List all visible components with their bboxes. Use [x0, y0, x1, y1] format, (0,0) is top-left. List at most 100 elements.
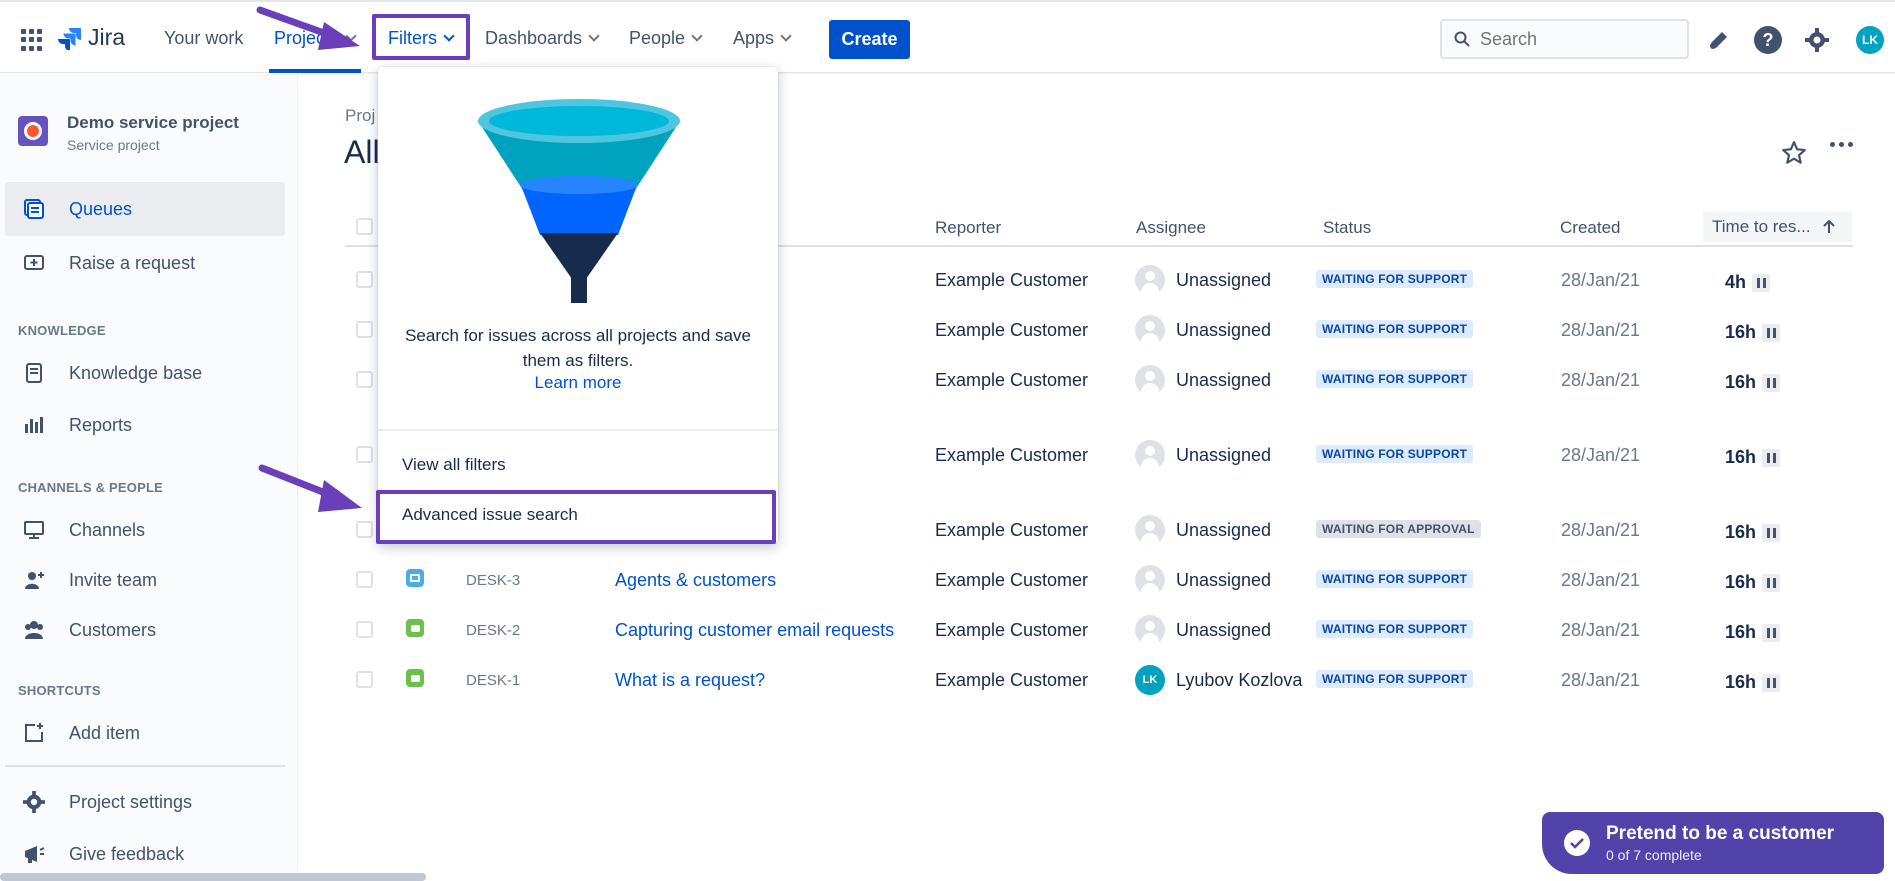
- annotation-arrow-icon: [258, 464, 362, 512]
- breadcrumb[interactable]: Proj: [345, 106, 375, 126]
- notifications-icon[interactable]: [1705, 26, 1733, 54]
- table-row[interactable]: DESK-1 What is a request? Example Custom…: [345, 655, 1853, 705]
- learn-more-link[interactable]: Learn more: [378, 373, 778, 393]
- row-checkbox[interactable]: [356, 571, 373, 588]
- time-to-resolution: 16h: [1725, 372, 1781, 393]
- app-switcher-icon[interactable]: [21, 29, 43, 51]
- row-checkbox[interactable]: [356, 446, 373, 463]
- project-avatar-icon: [18, 116, 48, 146]
- sidebar-item-channels[interactable]: Channels: [5, 503, 285, 557]
- status-badge[interactable]: WAITING FOR SUPPORT: [1316, 445, 1474, 463]
- issue-assignee: Unassigned: [1176, 570, 1272, 590]
- help-icon[interactable]: ?: [1754, 26, 1782, 54]
- add-person-icon: [21, 567, 47, 593]
- project-name[interactable]: Demo service project: [67, 113, 239, 133]
- nav-people[interactable]: People: [629, 28, 703, 49]
- issue-key[interactable]: DESK-1: [466, 672, 520, 689]
- funnel-illustration-icon: [478, 99, 680, 303]
- sidebar-item-project-settings[interactable]: Project settings: [5, 775, 285, 829]
- sidebar-item-add-item[interactable]: Add item: [5, 706, 285, 760]
- star-icon[interactable]: [1781, 140, 1809, 168]
- row-checkbox[interactable]: [356, 521, 373, 538]
- more-actions-icon[interactable]: [1830, 142, 1853, 147]
- sidebar-item-reports[interactable]: Reports: [5, 398, 285, 452]
- request-type-monitor-icon: [406, 569, 424, 587]
- issue-summary-link[interactable]: Capturing customer email requests: [615, 620, 894, 641]
- issue-summary-link[interactable]: Agents & customers: [615, 570, 776, 591]
- status-badge[interactable]: WAITING FOR APPROVAL: [1316, 520, 1481, 538]
- dropdown-description: Search for issues across all projects an…: [405, 326, 751, 370]
- issue-assignee: Unassigned: [1176, 445, 1272, 465]
- sidebar-item-raise-request[interactable]: Raise a request: [5, 236, 285, 290]
- table-row[interactable]: DESK-3 Agents & customers Example Custom…: [345, 555, 1853, 605]
- chevron-down-icon: [780, 30, 792, 42]
- monitor-icon: [21, 517, 47, 543]
- jira-logo[interactable]: Jira: [58, 24, 125, 51]
- sidebar-item-invite-team[interactable]: Invite team: [5, 553, 285, 607]
- issue-key[interactable]: DESK-3: [466, 572, 520, 589]
- nav-apps[interactable]: Apps: [733, 28, 792, 49]
- table-row[interactable]: DESK-2 Capturing customer email requests…: [345, 605, 1853, 655]
- column-header-label: Time to res...: [1712, 216, 1811, 236]
- status-badge[interactable]: WAITING FOR SUPPORT: [1316, 570, 1474, 588]
- user-avatar[interactable]: LK: [1856, 26, 1884, 54]
- create-button[interactable]: Create: [829, 20, 910, 59]
- pause-icon: [1762, 673, 1781, 692]
- search-icon: [1454, 31, 1470, 47]
- onboarding-checklist-button[interactable]: Pretend to be a customer 0 of 7 complete: [1542, 812, 1884, 874]
- row-checkbox[interactable]: [356, 271, 373, 288]
- sla-time: 16h: [1725, 322, 1757, 342]
- issue-reporter: Example Customer: [935, 370, 1089, 390]
- nav-people-label: People: [629, 28, 686, 48]
- search-input[interactable]: [1480, 28, 1670, 50]
- column-header-status[interactable]: Status: [1323, 218, 1371, 238]
- search-field[interactable]: [1440, 19, 1689, 59]
- logo-text: Jira: [88, 24, 126, 50]
- nav-your-work[interactable]: Your work: [164, 28, 243, 49]
- nav-dashboards[interactable]: Dashboards: [485, 28, 600, 49]
- pause-icon: [1762, 373, 1781, 392]
- horizontal-scrollbar[interactable]: [0, 873, 426, 881]
- column-header-assignee[interactable]: Assignee: [1136, 218, 1206, 238]
- issue-created-date: 28/Jan/21: [1561, 570, 1641, 590]
- time-to-resolution: 16h: [1725, 447, 1781, 468]
- jira-logo-icon: [58, 27, 81, 50]
- issue-assignee: Unassigned: [1176, 620, 1272, 640]
- sidebar-item-knowledge-base[interactable]: Knowledge base: [5, 346, 285, 400]
- select-all-checkbox[interactable]: [356, 218, 373, 235]
- sidebar-item-queues[interactable]: Queues: [5, 182, 285, 236]
- status-badge[interactable]: WAITING FOR SUPPORT: [1316, 620, 1474, 638]
- issue-assignee: Lyubov Kozlova: [1176, 670, 1303, 690]
- pause-icon: [1762, 523, 1781, 542]
- project-type: Service project: [67, 137, 160, 153]
- dropdown-divider: [378, 429, 778, 431]
- issue-summary-link[interactable]: What is a request?: [615, 670, 765, 691]
- row-checkbox[interactable]: [356, 621, 373, 638]
- sidebar-divider: [5, 765, 285, 767]
- column-header-time-to-resolution[interactable]: Time to res...: [1703, 211, 1852, 242]
- time-to-resolution: 16h: [1725, 522, 1781, 543]
- checkmark-icon: [1564, 830, 1590, 856]
- menu-item-view-all-filters[interactable]: View all filters: [378, 443, 778, 487]
- pause-icon: [1762, 323, 1781, 342]
- request-type-chat-icon: [406, 619, 424, 637]
- status-badge[interactable]: WAITING FOR SUPPORT: [1316, 670, 1474, 688]
- row-checkbox[interactable]: [356, 671, 373, 688]
- column-header-created[interactable]: Created: [1560, 218, 1620, 238]
- row-checkbox[interactable]: [356, 321, 373, 338]
- issue-reporter: Example Customer: [935, 520, 1089, 540]
- sidebar-item-customers[interactable]: Customers: [5, 603, 285, 657]
- chevron-down-icon: [691, 30, 703, 42]
- column-header-reporter[interactable]: Reporter: [935, 218, 1001, 238]
- issue-created-date: 28/Jan/21: [1561, 370, 1641, 390]
- pause-icon: [1762, 573, 1781, 592]
- sidebar-item-label: Customers: [69, 619, 157, 640]
- status-badge[interactable]: WAITING FOR SUPPORT: [1316, 320, 1474, 338]
- row-checkbox[interactable]: [356, 371, 373, 388]
- knowledge-base-icon: [21, 360, 47, 386]
- status-badge[interactable]: WAITING FOR SUPPORT: [1316, 270, 1474, 288]
- settings-icon[interactable]: [1803, 26, 1831, 54]
- issue-key[interactable]: DESK-2: [466, 622, 520, 639]
- issue-assignee: Unassigned: [1176, 270, 1272, 290]
- status-badge[interactable]: WAITING FOR SUPPORT: [1316, 370, 1474, 388]
